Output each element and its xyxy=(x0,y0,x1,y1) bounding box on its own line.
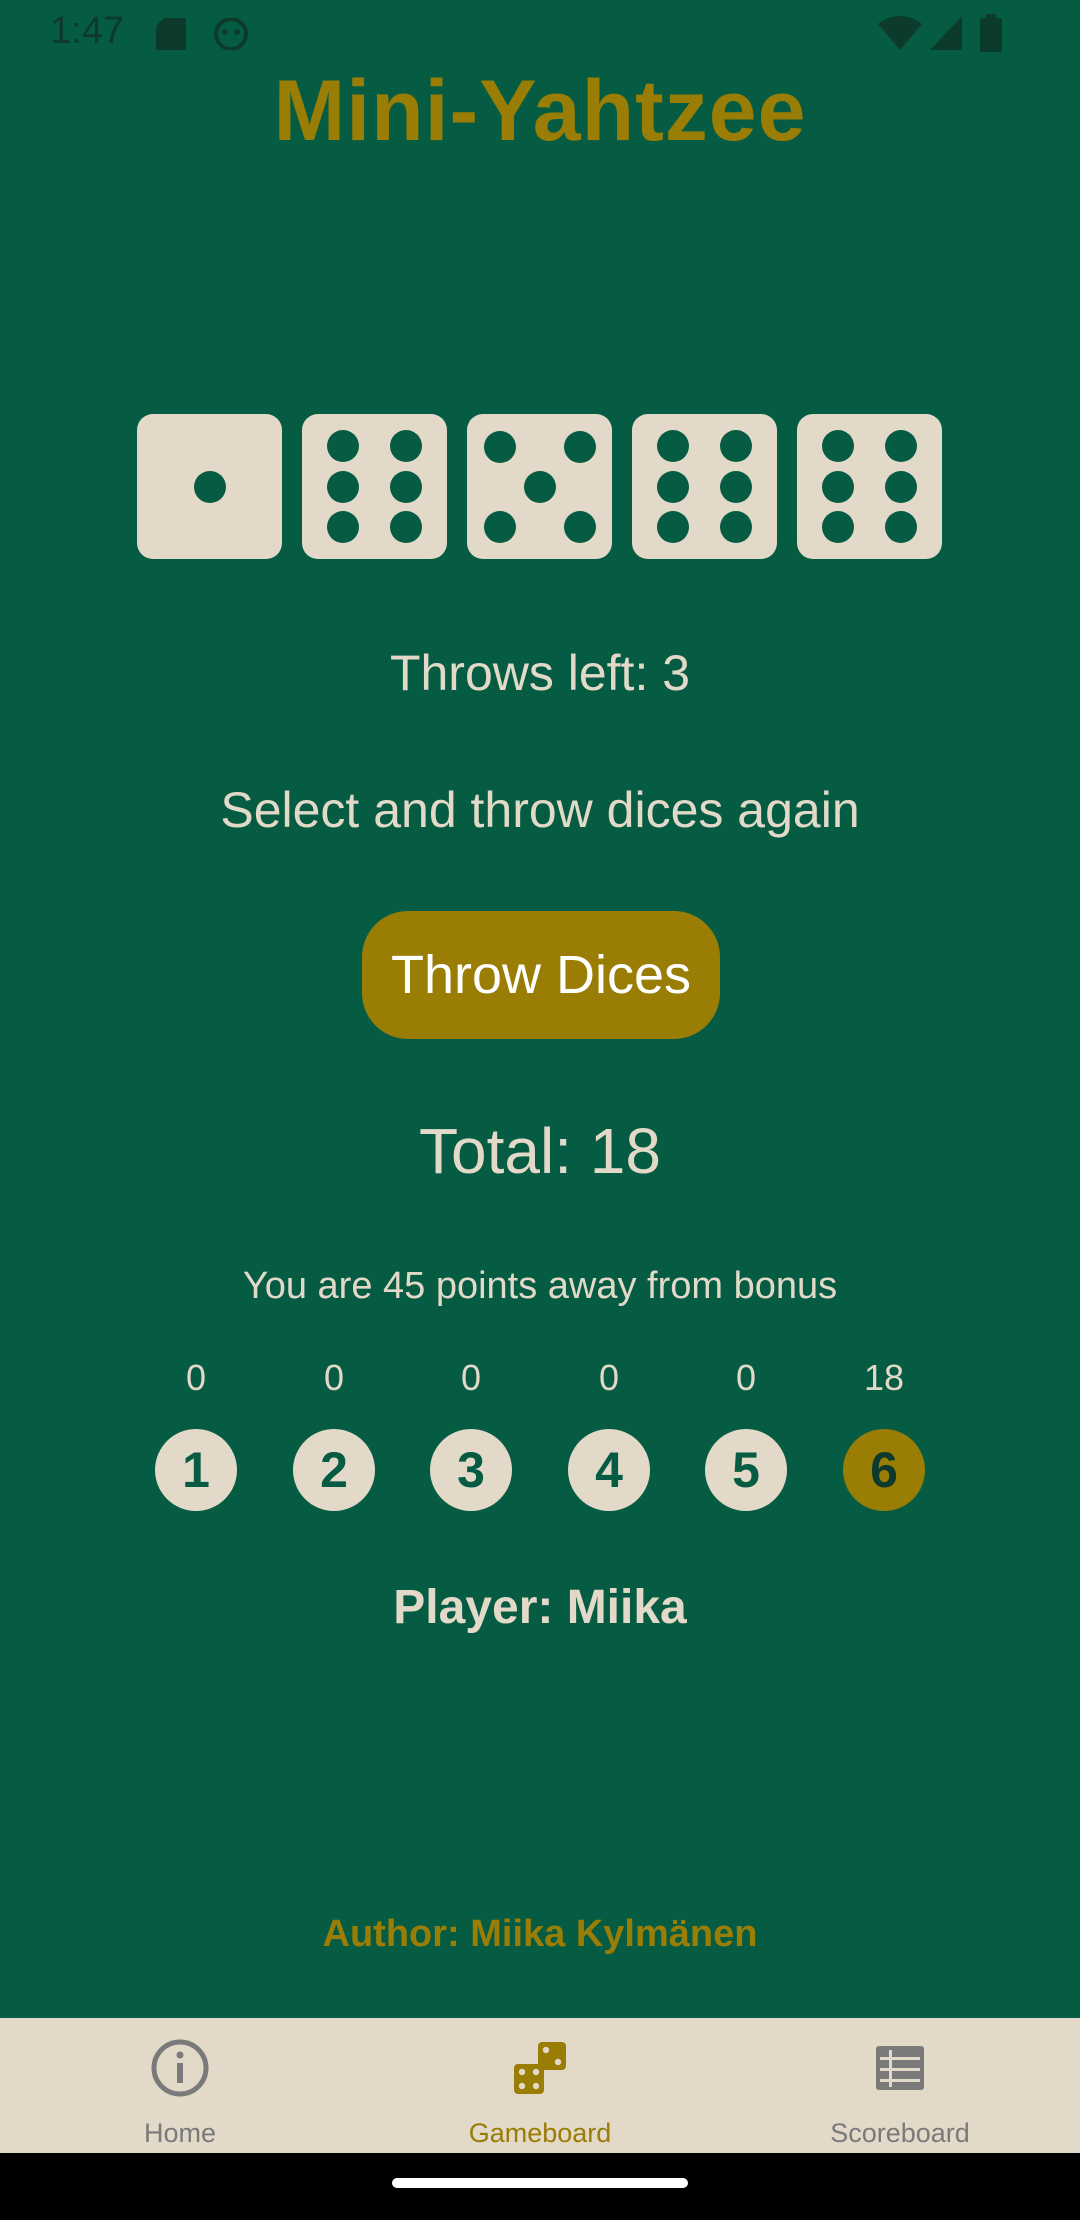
die-pip xyxy=(720,511,753,544)
points-value: 0 xyxy=(598,1357,620,1398)
throws-left-text: Throws left: 3 xyxy=(389,645,691,701)
die-1[interactable] xyxy=(137,414,282,559)
player-name: Player: Miika xyxy=(393,1581,687,1634)
nav-scoreboard-label: Scoreboard xyxy=(830,2118,970,2148)
die-pip xyxy=(484,431,517,464)
home-gesture-handle[interactable] xyxy=(392,2178,688,2188)
select-spot-5[interactable]: 5 xyxy=(705,1429,787,1511)
die-pip xyxy=(720,470,753,503)
die-pip xyxy=(523,470,556,503)
nav-gameboard[interactable]: Gameboard xyxy=(360,2018,720,2153)
select-spot-1[interactable]: 1 xyxy=(155,1429,237,1511)
die-pip xyxy=(821,429,854,462)
list-icon xyxy=(876,2046,924,2090)
die-pip xyxy=(564,511,597,544)
bonus-text: You are 45 points away from bonus xyxy=(242,1265,838,1307)
sd-card-icon xyxy=(156,18,186,50)
die-pip xyxy=(484,511,517,544)
points-value: 0 xyxy=(460,1357,482,1398)
die-pip xyxy=(821,511,854,544)
nav-home-label: Home xyxy=(143,2118,217,2148)
die-pip xyxy=(193,470,226,503)
points-value: 0 xyxy=(185,1357,207,1398)
die-5[interactable] xyxy=(797,414,942,559)
die-2[interactable] xyxy=(302,414,447,559)
select-spot-2[interactable]: 2 xyxy=(293,1429,375,1511)
wifi-icon xyxy=(878,16,922,50)
die-pip xyxy=(390,511,423,544)
die-pip xyxy=(326,470,359,503)
die-4[interactable] xyxy=(632,414,777,559)
die-pip xyxy=(390,429,423,462)
app-title: Mini-Yahtzee xyxy=(273,63,807,159)
author-text: Author: Miika Kylmänen xyxy=(322,1913,758,1955)
die-pip xyxy=(564,431,597,464)
points-value: 0 xyxy=(323,1357,345,1398)
status-time: 1:47 xyxy=(50,10,124,52)
die-3[interactable] xyxy=(467,414,612,559)
nav-home[interactable]: Home xyxy=(0,2018,360,2153)
die-pip xyxy=(885,470,918,503)
points-value: 0 xyxy=(735,1357,757,1398)
die-pip xyxy=(326,429,359,462)
die-pip xyxy=(885,429,918,462)
die-pip xyxy=(656,470,689,503)
die-pip xyxy=(656,429,689,462)
die-pip xyxy=(720,429,753,462)
throw-dices-button[interactable]: Throw Dices xyxy=(362,911,720,1039)
nav-gameboard-label: Gameboard xyxy=(468,2118,612,2148)
game-status-text: Select and throw dices again xyxy=(220,782,860,838)
select-spot-6[interactable]: 6 xyxy=(843,1429,925,1511)
dice-icon xyxy=(514,2042,566,2094)
select-spot-3[interactable]: 3 xyxy=(430,1429,512,1511)
nav-scoreboard[interactable]: Scoreboard xyxy=(720,2018,1080,2153)
die-pip xyxy=(326,511,359,544)
die-pip xyxy=(885,511,918,544)
battery-icon xyxy=(980,14,1002,52)
status-bar: 1:47 xyxy=(0,0,1080,66)
die-pip xyxy=(821,470,854,503)
bottom-navigation: Home Gameboard Scoreboard xyxy=(0,2018,1080,2153)
total-text: Total: 18 xyxy=(419,1115,661,1187)
points-row: 0 1 0 2 0 3 0 4 0 5 18 6 xyxy=(0,1357,1080,1577)
info-icon xyxy=(151,2039,209,2097)
die-pip xyxy=(390,470,423,503)
points-value: 18 xyxy=(863,1357,905,1398)
dice-row xyxy=(137,414,942,559)
select-spot-4[interactable]: 4 xyxy=(568,1429,650,1511)
android-debug-icon xyxy=(214,18,248,50)
die-pip xyxy=(656,511,689,544)
signal-icon xyxy=(930,16,962,50)
